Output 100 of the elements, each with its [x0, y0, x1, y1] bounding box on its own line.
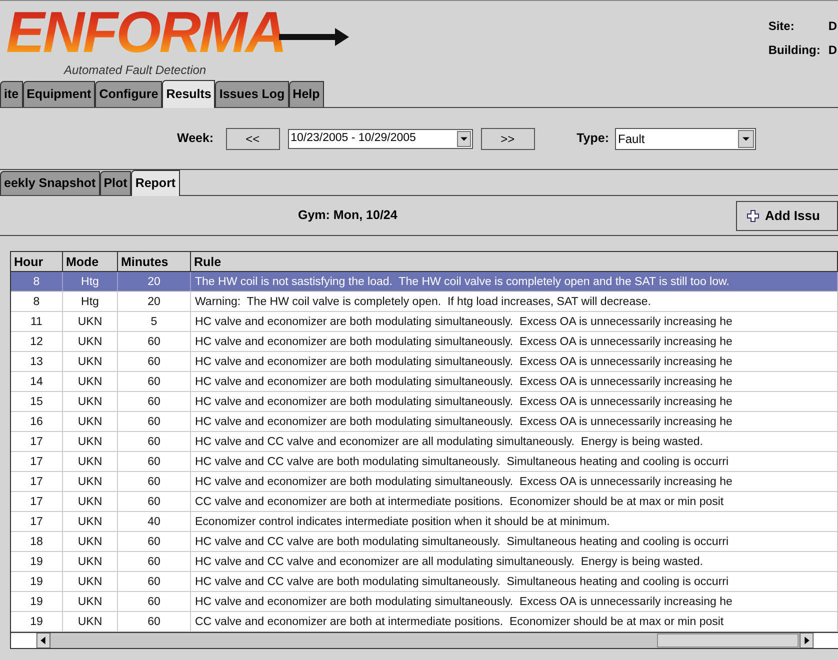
table-cell: 17	[11, 452, 63, 471]
table-row[interactable]: 19 UKN 60 HC valve and economizer are both modulating simultaneously. Excess OA is unnecessarily increasing he	[11, 592, 838, 612]
table-row[interactable]: 12 UKN 60 HC valve and economizer are both modulating simultaneously. Excess OA is unnecessarily increasing he	[11, 332, 838, 352]
table-cell: Htg	[63, 272, 118, 291]
table-cell: HC valve and CC valve and economizer are all modulating simultaneously. Energy is being wasted.	[191, 552, 838, 571]
info-label: Site:	[768, 18, 796, 35]
table-cell: UKN	[63, 532, 118, 551]
type-label: Type:	[576, 130, 610, 148]
table-cell: 60	[118, 592, 191, 611]
tab[interactable]: ite	[0, 81, 23, 107]
table-cell: 17	[11, 512, 63, 531]
table-cell: 60	[118, 392, 191, 411]
table-cell: HC valve and CC valve are both modulating simultaneously. Simultaneous heating and cooling is occurri	[191, 572, 838, 591]
table-cell: 18	[11, 532, 63, 551]
table-row[interactable]: 17 UKN 60 HC valve and CC valve are both modulating simultaneously. Simultaneous heating and cooling is occurri	[11, 452, 838, 472]
table-cell: 5	[118, 312, 191, 331]
table-cell: Economizer control indicates intermediate position when it should be at minimum.	[191, 512, 838, 531]
table-cell: UKN	[63, 352, 118, 371]
column-header[interactable]: Hour	[11, 252, 63, 271]
table-cell: UKN	[63, 492, 118, 511]
table-row[interactable]: 8 Htg 20 Warning: The HW coil valve is completely open. If htg load increases, SAT will decrease.	[11, 292, 838, 312]
table-row[interactable]: 19 UKN 60 HC valve and CC valve are both modulating simultaneously. Simultaneous heating and cooling is occurri	[11, 572, 838, 592]
table-cell: UKN	[63, 452, 118, 471]
table-cell: 40	[118, 512, 191, 531]
plus-icon	[747, 210, 759, 222]
table-row[interactable]: 17 UKN 60 HC valve and economizer are both modulating simultaneously. Excess OA is unnecessarily increasing he	[11, 472, 838, 492]
tab[interactable]: Issues Log	[215, 81, 289, 107]
table-cell: 60	[118, 472, 191, 491]
table-cell: HC valve and economizer are both modulating simultaneously. Excess OA is unnecessarily increasing he	[191, 392, 838, 411]
tab[interactable]: eekly Snapshot	[0, 171, 100, 195]
type-dropdown[interactable]: Fault	[615, 128, 756, 150]
tab[interactable]: Equipment	[22, 81, 96, 107]
table-cell: HC valve and economizer are both modulating simultaneously. Excess OA is unnecessarily increasing he	[191, 412, 838, 431]
table-row[interactable]: 16 UKN 60 HC valve and economizer are both modulating simultaneously. Excess OA is unnecessarily increasing he	[11, 412, 838, 432]
info-value: D	[828, 42, 838, 59]
table-row[interactable]: 17 UKN 40 Economizer control indicates intermediate position when it should be at minimum.	[11, 512, 838, 532]
table-cell: UKN	[63, 392, 118, 411]
table-cell: 60	[118, 332, 191, 351]
table-cell: 14	[11, 372, 63, 391]
tab[interactable]: Configure	[95, 81, 162, 107]
table-cell: 15	[11, 392, 63, 411]
table-cell: UKN	[63, 372, 118, 391]
table-cell: UKN	[63, 432, 118, 451]
table-row[interactable]: 18 UKN 60 HC valve and CC valve are both modulating simultaneously. Simultaneous heating and cooling is occurri	[11, 532, 838, 552]
table-row[interactable]: 17 UKN 60 HC valve and CC valve and economizer are all modulating simultaneously. Energy is being wasted.	[11, 432, 838, 452]
table-cell: 20	[118, 292, 191, 311]
column-header[interactable]: Mode	[63, 252, 118, 271]
table-row[interactable]: 17 UKN 60 CC valve and economizer are both at intermediate positions. Economizer should be at max or min posit	[11, 492, 838, 512]
table-cell: UKN	[63, 552, 118, 571]
table-row[interactable]: 8 Htg 20 The HW coil is not sastisfying the load. The HW coil valve is completely open and the SAT is still too low.	[11, 272, 838, 292]
table-cell: 13	[11, 352, 63, 371]
table-cell: 11	[11, 312, 63, 331]
table-cell: HC valve and economizer are both modulating simultaneously. Excess OA is unnecessarily increasing he	[191, 332, 838, 351]
add-issue-button[interactable]: Add Issu	[736, 200, 838, 230]
table-cell: 20	[118, 272, 191, 291]
table-cell: HC valve and economizer are both modulating simultaneously. Excess OA is unnecessarily increasing he	[191, 312, 838, 331]
table-row[interactable]: 19 UKN 60 CC valve and economizer are both at intermediate positions. Economizer should be at max or min posit	[11, 612, 838, 632]
week-dropdown[interactable]: 10/23/2005 - 10/29/2005	[288, 128, 473, 148]
table-cell: 8	[11, 292, 63, 311]
table-cell: 19	[11, 552, 63, 571]
table-cell: Warning: The HW coil valve is completely open. If htg load increases, SAT will decrease.	[191, 292, 838, 311]
table-row[interactable]: 11 UKN 5 HC valve and economizer are both modulating simultaneously. Excess OA is unnecessarily increasing he	[11, 312, 838, 332]
table-cell: HC valve and CC valve and economizer are all modulating simultaneously. Energy is being wasted.	[191, 432, 838, 451]
table-cell: Htg	[63, 292, 118, 311]
tagline: Automated Fault Detection	[64, 62, 208, 79]
table-cell: 19	[11, 612, 63, 631]
table-row[interactable]: 13 UKN 60 HC valve and economizer are both modulating simultaneously. Excess OA is unnecessarily increasing he	[11, 352, 838, 372]
table-cell: 60	[118, 612, 191, 631]
table-cell: 60	[118, 532, 191, 551]
info-label: Building:	[768, 42, 822, 59]
next-week-button[interactable]: >>	[480, 128, 535, 150]
tab[interactable]: Help	[288, 81, 324, 107]
horizontal-scrollbar[interactable]	[11, 632, 838, 648]
info-value: D	[828, 18, 838, 35]
tab[interactable]: Plot	[100, 171, 132, 195]
table-cell: 19	[11, 592, 63, 611]
table-cell: 17	[11, 492, 63, 511]
tab[interactable]: Results	[162, 80, 216, 108]
column-header[interactable]: Minutes	[118, 252, 191, 271]
table-cell: UKN	[63, 612, 118, 631]
week-label: Week:	[177, 130, 214, 148]
table-cell: 60	[118, 572, 191, 591]
table-row[interactable]: 14 UKN 60 HC valve and economizer are both modulating simultaneously. Excess OA is unnecessarily increasing he	[11, 372, 838, 392]
table-row[interactable]: 15 UKN 60 HC valve and economizer are both modulating simultaneously. Excess OA is unnecessarily increasing he	[11, 392, 838, 412]
tab[interactable]: Report	[131, 170, 180, 196]
table-cell: 17	[11, 432, 63, 451]
table-cell: 60	[118, 412, 191, 431]
table-cell: 8	[11, 272, 63, 291]
table-cell: HC valve and economizer are both modulating simultaneously. Excess OA is unnecessarily increasing he	[191, 472, 838, 491]
table-cell: 19	[11, 572, 63, 591]
column-header[interactable]: Rule	[191, 252, 838, 271]
table-cell: 60	[118, 552, 191, 571]
table-cell: 16	[11, 412, 63, 431]
table-cell: 60	[118, 432, 191, 451]
report-title: Gym: Mon, 10/24	[298, 207, 398, 224]
table-cell: 60	[118, 492, 191, 511]
previous-week-button[interactable]: <<	[226, 128, 280, 150]
table-cell: CC valve and economizer are both at intermediate positions. Economizer should be at max or min posit	[191, 492, 838, 511]
table-row[interactable]: 19 UKN 60 HC valve and CC valve and economizer are all modulating simultaneously. Energy is being wasted.	[11, 552, 838, 572]
table-cell: 60	[118, 452, 191, 471]
